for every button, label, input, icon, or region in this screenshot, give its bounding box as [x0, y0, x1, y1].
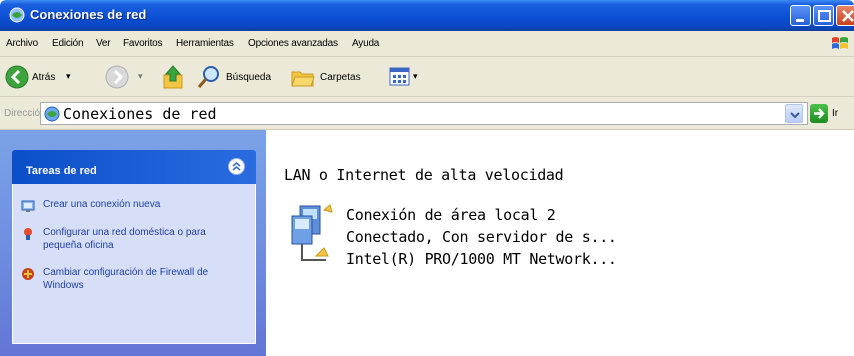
- views-icon: [389, 67, 410, 86]
- task-label: Cambiar configuración de Firewall de Win…: [43, 267, 209, 291]
- connection-status: Conectado, Con servidor de s...: [346, 228, 617, 246]
- window-title: Conexiones de red: [30, 7, 147, 22]
- lan-connection-icon: [291, 204, 333, 261]
- panel-header[interactable]: Tareas de red: [12, 150, 256, 184]
- go-label[interactable]: Ir: [832, 108, 838, 119]
- new-connection-icon: [21, 200, 35, 212]
- content-area: LAN o Internet de alta velocidad Conexió…: [266, 130, 854, 356]
- address-dropdown-button[interactable]: [785, 104, 803, 123]
- home-network-icon: [24, 228, 32, 240]
- up-folder-icon[interactable]: [160, 63, 186, 91]
- menu-bar: Archivo Edición Ver Favoritos Herramient…: [0, 31, 854, 57]
- go-button[interactable]: [810, 104, 828, 123]
- forward-button[interactable]: ▾: [104, 63, 152, 91]
- connection-name: Conexión de área local 2: [346, 206, 556, 224]
- address-bar: Dirección Conexiones de red Ir: [0, 97, 854, 130]
- maximize-button[interactable]: [813, 5, 834, 26]
- back-label: Atrás: [32, 72, 56, 83]
- network-tasks-panel: Tareas de red Crear una conexión nueva C…: [12, 150, 256, 344]
- network-connections-icon: [44, 106, 60, 122]
- menu-favoritos[interactable]: Favoritos: [123, 38, 163, 49]
- menu-opciones-avanzadas[interactable]: Opciones avanzadas: [248, 38, 338, 49]
- views-button[interactable]: ▾: [388, 63, 424, 91]
- back-dropdown-icon[interactable]: ▾: [66, 71, 71, 82]
- folders-label: Carpetas: [320, 72, 361, 83]
- chevron-up-icon: [232, 162, 241, 171]
- search-icon: [197, 66, 219, 88]
- title-bar[interactable]: Conexiones de red: [0, 0, 854, 31]
- close-button[interactable]: [836, 5, 854, 26]
- close-icon: [842, 10, 854, 22]
- menu-ver[interactable]: Ver: [96, 38, 111, 49]
- minimize-button[interactable]: [790, 5, 811, 26]
- views-dropdown-icon[interactable]: ▾: [413, 71, 418, 82]
- menu-herramientas[interactable]: Herramientas: [176, 38, 234, 49]
- toolbar: Atrás ▾ ▾ Búsqueda Carpetas ▾: [0, 57, 854, 97]
- chevron-down-icon: [790, 112, 800, 119]
- back-arrow-icon: [5, 65, 29, 89]
- connection-item[interactable]: Conexión de área local 2 Conectado, Con …: [284, 200, 704, 280]
- task-pane: Tareas de red Crear una conexión nueva C…: [0, 130, 266, 356]
- group-header: LAN o Internet de alta velocidad: [284, 166, 564, 184]
- search-button[interactable]: Búsqueda: [196, 63, 274, 91]
- address-input[interactable]: Conexiones de red: [40, 102, 808, 125]
- collapse-button[interactable]: [228, 158, 245, 175]
- maximize-icon: [818, 10, 831, 22]
- forward-arrow-icon: [105, 65, 129, 89]
- go-arrow-icon: [814, 108, 825, 119]
- panel-body: Crear una conexión nueva Configurar una …: [12, 184, 256, 344]
- connection-device: Intel(R) PRO/1000 MT Network...: [346, 250, 617, 268]
- task-label: Configurar una red doméstica o para pequ…: [43, 227, 206, 251]
- search-label: Búsqueda: [226, 72, 272, 83]
- back-button[interactable]: Atrás ▾: [4, 63, 94, 91]
- windows-logo-icon: [832, 37, 848, 49]
- panel-title: Tareas de red: [26, 165, 97, 177]
- menu-archivo[interactable]: Archivo: [6, 38, 38, 49]
- network-connections-icon: [9, 7, 25, 23]
- firewall-icon: [22, 268, 34, 280]
- task-label: Crear una conexión nueva: [43, 199, 161, 210]
- minimize-icon: [796, 19, 804, 22]
- menu-ayuda[interactable]: Ayuda: [352, 38, 379, 49]
- menu-edicion[interactable]: Edición: [52, 38, 84, 49]
- address-value: Conexiones de red: [63, 105, 217, 123]
- forward-dropdown-icon[interactable]: ▾: [138, 71, 143, 82]
- folders-icon: [291, 71, 315, 87]
- folders-button[interactable]: Carpetas: [290, 63, 374, 91]
